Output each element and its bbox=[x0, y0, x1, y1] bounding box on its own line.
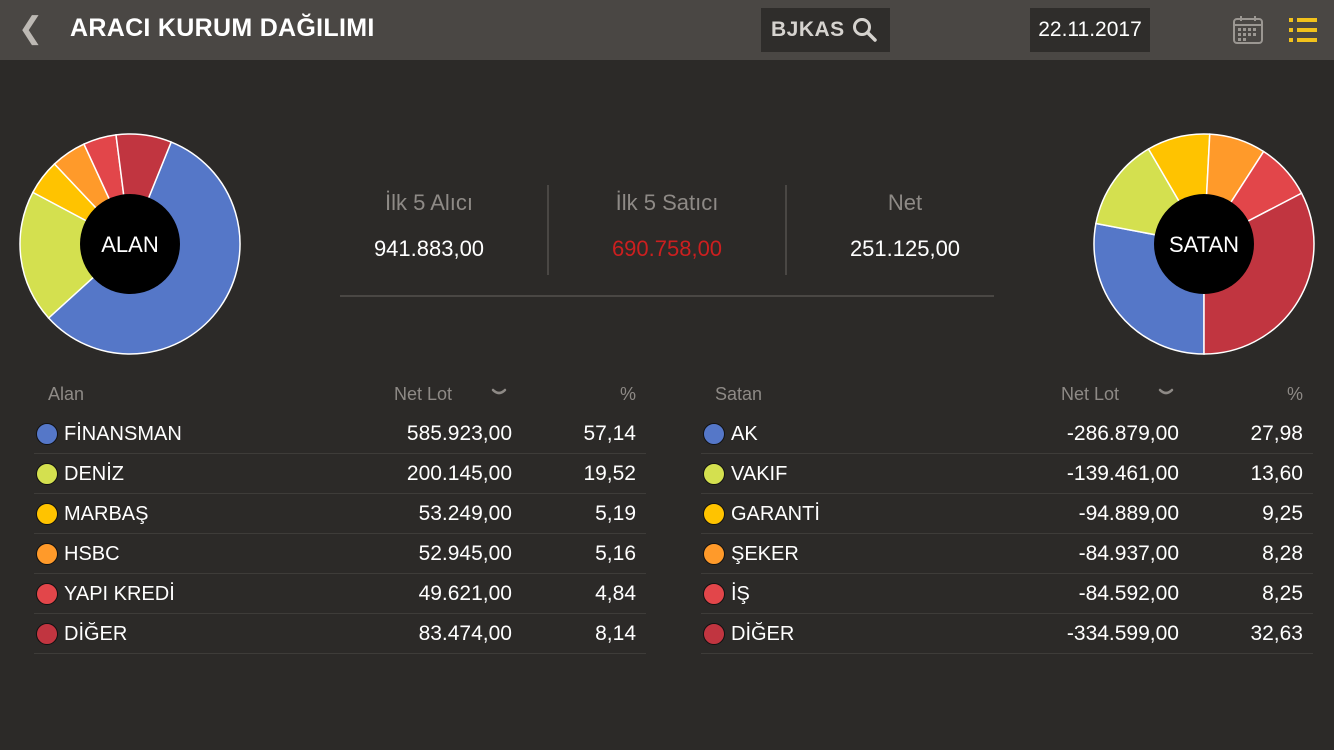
broker-name: VAKIF bbox=[731, 463, 788, 485]
net-lot-value: 83.474,00 bbox=[418, 622, 512, 645]
sellers-pie-label: SATAN bbox=[1169, 232, 1239, 257]
net-value: 251.125,00 bbox=[849, 236, 961, 261]
net-lot-value: -286.879,00 bbox=[1066, 422, 1179, 445]
percent-value: 57,14 bbox=[583, 422, 636, 445]
percent-value: 5,19 bbox=[595, 502, 636, 525]
buyers-table-header: Alan Net Lot % bbox=[34, 378, 646, 414]
net-lot-value: -94.889,00 bbox=[1078, 502, 1179, 525]
list-menu-icon[interactable] bbox=[1289, 16, 1317, 44]
top5-buyers-label: İlk 5 Alıcı bbox=[384, 190, 474, 215]
buyers-pie-label: ALAN bbox=[101, 232, 158, 257]
legend-color-dot bbox=[703, 623, 725, 645]
net-lot-value: 200.145,00 bbox=[406, 462, 512, 485]
table-row[interactable]: AK -286.879,00 27,98 bbox=[701, 414, 1313, 454]
percent-value: 5,16 bbox=[595, 542, 636, 565]
col-header-percent: % bbox=[619, 384, 636, 404]
legend-color-dot bbox=[36, 583, 58, 605]
net-lot-value: 585.923,00 bbox=[406, 422, 512, 445]
percent-value: 8,25 bbox=[1262, 582, 1303, 605]
net-summary: Net 251.125,00 bbox=[786, 185, 1024, 275]
legend-color-dot bbox=[703, 423, 725, 445]
table-row[interactable]: YAPI KREDİ 49.621,00 4,84 bbox=[34, 574, 646, 614]
net-lot-value: -139.461,00 bbox=[1066, 462, 1179, 485]
summary-panel: İlk 5 Alıcı 941.883,00 İlk 5 Satıcı 690.… bbox=[310, 185, 1024, 275]
top5-buyers-summary: İlk 5 Alıcı 941.883,00 bbox=[310, 185, 548, 275]
net-lot-value: -334.599,00 bbox=[1066, 622, 1179, 645]
legend-color-dot bbox=[703, 503, 725, 525]
legend-color-dot bbox=[36, 463, 58, 485]
table-row[interactable]: ŞEKER -84.937,00 8,28 bbox=[701, 534, 1313, 574]
legend-color-dot bbox=[703, 583, 725, 605]
percent-value: 9,25 bbox=[1262, 502, 1303, 525]
net-lot-value: -84.937,00 bbox=[1078, 542, 1179, 565]
legend-color-dot bbox=[36, 623, 58, 645]
col-header-name: Satan bbox=[715, 384, 763, 404]
legend-color-dot bbox=[703, 543, 725, 565]
search-icon bbox=[853, 18, 877, 42]
table-row[interactable]: İŞ -84.592,00 8,25 bbox=[701, 574, 1313, 614]
broker-name: DİĞER bbox=[731, 623, 795, 645]
table-row[interactable]: FİNANSMAN 585.923,00 57,14 bbox=[34, 414, 646, 454]
broker-name: YAPI KREDİ bbox=[64, 583, 175, 605]
percent-value: 8,14 bbox=[595, 622, 636, 645]
top5-sellers-label: İlk 5 Satıcı bbox=[615, 190, 719, 215]
top-bar: ❮ ARACI KURUM DAĞILIMI BJKAS 22.11.2017 bbox=[0, 0, 1334, 60]
percent-value: 8,28 bbox=[1262, 542, 1303, 565]
col-header-net-lot[interactable]: Net Lot bbox=[1061, 384, 1119, 405]
broker-name: DİĞER bbox=[64, 623, 128, 645]
legend-color-dot bbox=[36, 423, 58, 445]
percent-value: 19,52 bbox=[583, 462, 636, 485]
top5-buyers-value: 941.883,00 bbox=[373, 236, 485, 261]
sellers-table-header: Satan Net Lot % bbox=[701, 378, 1313, 414]
buyers-table: Alan Net Lot % FİNANSMAN 585.923,00 57,14 D… bbox=[34, 378, 646, 654]
broker-name: FİNANSMAN bbox=[64, 423, 182, 445]
chevron-down-icon[interactable] bbox=[491, 382, 507, 402]
top5-sellers-value: 690.758,00 bbox=[611, 236, 723, 261]
net-label: Net bbox=[887, 190, 923, 215]
symbol-search-box[interactable]: BJKAS bbox=[761, 8, 890, 52]
table-row[interactable]: GARANTİ -94.889,00 9,25 bbox=[701, 494, 1313, 534]
table-row[interactable]: HSBC 52.945,00 5,16 bbox=[34, 534, 646, 574]
broker-name: DENİZ bbox=[64, 463, 124, 485]
summary-divider bbox=[340, 295, 994, 297]
net-lot-value: 53.249,00 bbox=[418, 502, 512, 525]
date-display[interactable]: 22.11.2017 bbox=[1030, 8, 1150, 52]
broker-name: ŞEKER bbox=[731, 543, 799, 565]
table-row[interactable]: DİĞER -334.599,00 32,63 bbox=[701, 614, 1313, 654]
page-title: ARACI KURUM DAĞILIMI bbox=[70, 14, 375, 42]
col-header-percent: % bbox=[1286, 384, 1303, 404]
net-lot-value: 52.945,00 bbox=[418, 542, 512, 565]
percent-value: 13,60 bbox=[1250, 462, 1303, 485]
table-row[interactable]: MARBAŞ 53.249,00 5,19 bbox=[34, 494, 646, 534]
table-row[interactable]: VAKIF -139.461,00 13,60 bbox=[701, 454, 1313, 494]
back-button[interactable]: ❮ bbox=[18, 12, 43, 48]
col-header-net-lot[interactable]: Net Lot bbox=[394, 384, 452, 405]
table-row[interactable]: DİĞER 83.474,00 8,14 bbox=[34, 614, 646, 654]
sellers-table: Satan Net Lot % AK -286.879,00 27,98 VAKIF -… bbox=[701, 378, 1313, 654]
legend-color-dot bbox=[36, 543, 58, 565]
broker-name: AK bbox=[731, 423, 758, 445]
buyers-pie-chart: ALAN bbox=[19, 133, 241, 355]
legend-color-dot bbox=[36, 503, 58, 525]
percent-value: 4,84 bbox=[595, 582, 636, 605]
percent-value: 27,98 bbox=[1250, 422, 1303, 445]
broker-name: HSBC bbox=[64, 543, 120, 565]
net-lot-value: -84.592,00 bbox=[1078, 582, 1179, 605]
calendar-icon[interactable] bbox=[1232, 15, 1264, 45]
symbol-search-value: BJKAS bbox=[771, 18, 845, 41]
net-lot-value: 49.621,00 bbox=[418, 582, 512, 605]
broker-name: MARBAŞ bbox=[64, 503, 149, 525]
table-row[interactable]: DENİZ 200.145,00 19,52 bbox=[34, 454, 646, 494]
percent-value: 32,63 bbox=[1250, 622, 1303, 645]
broker-name: GARANTİ bbox=[731, 503, 820, 525]
sellers-pie-chart: SATAN bbox=[1093, 133, 1315, 355]
chevron-down-icon[interactable] bbox=[1158, 382, 1174, 402]
broker-name: İŞ bbox=[731, 583, 750, 605]
top5-sellers-summary: İlk 5 Satıcı 690.758,00 bbox=[548, 185, 786, 275]
legend-color-dot bbox=[703, 463, 725, 485]
col-header-name: Alan bbox=[48, 384, 85, 404]
